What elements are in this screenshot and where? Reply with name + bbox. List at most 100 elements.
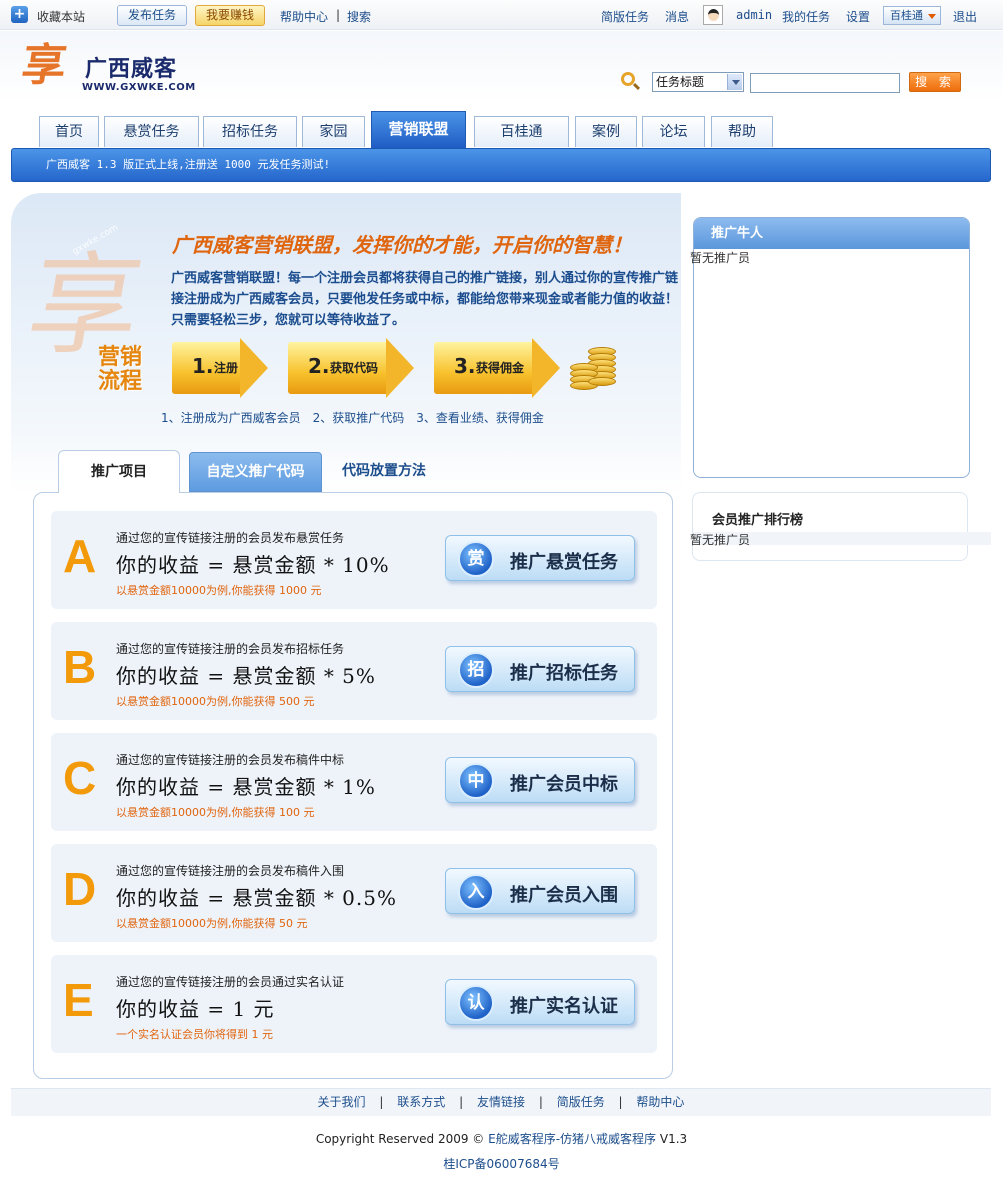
copyright-link[interactable]: E舵威客程序-仿猪八戒威客程序 bbox=[488, 1132, 656, 1146]
list-item: D 通过您的宣传链接注册的会员发布稿件入围 你的收益 = 悬赏金额 * 0.5%… bbox=[51, 844, 657, 942]
reward-badge-icon: 赏 bbox=[458, 541, 494, 577]
step-label: 获得佣金 bbox=[476, 361, 525, 375]
item-description: 通过您的宣传链接注册的会员发布悬赏任务 bbox=[116, 531, 345, 545]
verify-badge-icon: 认 bbox=[458, 985, 494, 1021]
nav-tab-cases[interactable]: 案例 bbox=[575, 116, 637, 147]
footer-link-simple-tasks[interactable]: 简版任务 bbox=[557, 1095, 605, 1109]
item-example: 以悬赏金额10000为例,你能获得 100 元 bbox=[116, 806, 315, 819]
nav-tab-bid-tasks[interactable]: 招标任务 bbox=[203, 116, 297, 147]
my-tasks-link[interactable]: 我的任务 bbox=[782, 8, 830, 25]
search-link[interactable]: 搜索 bbox=[347, 8, 371, 25]
step-number: 3. bbox=[454, 354, 476, 378]
help-center-link[interactable]: 帮助中心 bbox=[280, 8, 328, 25]
ranking-title: 会员推广排行榜 bbox=[712, 513, 804, 528]
step-caption: 1、注册成为广西威客会员 2、获取推广代码 3、查看业绩、获得佣金 bbox=[161, 411, 544, 425]
tab-promotion-projects[interactable]: 推广项目 bbox=[58, 450, 180, 493]
ranking-empty: 暂无推广员 bbox=[690, 533, 751, 547]
step-arrow-head bbox=[386, 338, 414, 398]
step-get-commission: 3. 获得佣金 bbox=[434, 338, 560, 398]
search-button[interactable]: 搜 索 bbox=[909, 72, 961, 92]
win-badge-icon: 中 bbox=[458, 763, 494, 799]
item-formula: 你的收益 = 1 元 bbox=[116, 997, 275, 1021]
footer-link-about[interactable]: 关于我们 bbox=[318, 1095, 366, 1109]
nav-tab-marketing-alliance[interactable]: 营销联盟 bbox=[371, 111, 466, 149]
item-letter: E bbox=[63, 974, 94, 1026]
search-input[interactable] bbox=[750, 73, 900, 93]
header: 享 广西威客 WWW.GXWKE.COM 任务标题 搜 索 首页 悬赏任务 招标… bbox=[0, 31, 1003, 149]
nav-tab-baiguitong[interactable]: 百桂通 bbox=[474, 116, 569, 147]
baiguitong-label: 百桂通 bbox=[890, 9, 923, 22]
step-label: 获取代码 bbox=[330, 361, 379, 375]
notice-bar: 广西威客 1.3 版正式上线,注册送 1000 元发任务测试! bbox=[11, 148, 991, 182]
footer-link-contact[interactable]: 联系方式 bbox=[397, 1095, 445, 1109]
list-item: E 通过您的宣传链接注册的会员通过实名认证 你的收益 = 1 元 一个实名认证会… bbox=[51, 955, 657, 1053]
site-logo[interactable]: 享 广西威客 WWW.GXWKE.COM bbox=[18, 40, 202, 96]
promo-title: 广西威客营销联盟，发挥你的才能，开启你的智慧！ bbox=[172, 233, 632, 257]
add-favorite-icon[interactable]: + bbox=[11, 6, 28, 23]
footer-separator: | bbox=[459, 1095, 464, 1109]
favorite-link[interactable]: 收藏本站 bbox=[37, 8, 85, 25]
simple-tasks-link[interactable]: 简版任务 bbox=[601, 8, 649, 25]
copyright-version: V1.3 bbox=[656, 1132, 688, 1146]
search-icon bbox=[621, 72, 635, 86]
logout-link[interactable]: 退出 bbox=[953, 8, 977, 25]
item-letter: D bbox=[63, 863, 97, 915]
flow-label: 营销 流程 bbox=[98, 345, 142, 393]
username-link[interactable]: admin bbox=[736, 8, 772, 22]
promote-bid-task-button[interactable]: 招 推广招标任务 bbox=[445, 646, 635, 692]
step-get-code: 2. 获取代码 bbox=[288, 338, 414, 398]
coins-icon bbox=[570, 345, 618, 393]
promote-button-label: 推广会员中标 bbox=[510, 774, 618, 795]
flow-label-line2: 流程 bbox=[98, 368, 143, 394]
nav-tab-forum[interactable]: 论坛 bbox=[642, 116, 705, 147]
promote-member-shortlist-button[interactable]: 入 推广会员入围 bbox=[445, 868, 635, 914]
footer-separator: | bbox=[618, 1095, 623, 1109]
footer-link-help[interactable]: 帮助中心 bbox=[636, 1095, 684, 1109]
ranking-box: 会员推广排行榜 bbox=[692, 492, 968, 561]
item-example: 以悬赏金额10000为例,你能获得 50 元 bbox=[116, 917, 308, 930]
caret-down-icon bbox=[928, 14, 936, 19]
settings-link[interactable]: 设置 bbox=[846, 8, 870, 25]
promote-button-label: 推广会员入围 bbox=[510, 885, 618, 906]
nav-tab-reward-tasks[interactable]: 悬赏任务 bbox=[104, 116, 199, 147]
promote-verification-button[interactable]: 认 推广实名认证 bbox=[445, 979, 635, 1025]
avatar[interactable] bbox=[703, 5, 723, 25]
item-example: 以悬赏金额10000为例,你能获得 1000 元 bbox=[116, 584, 322, 597]
item-description: 通过您的宣传链接注册的会员通过实名认证 bbox=[116, 975, 345, 989]
item-letter: C bbox=[63, 752, 97, 804]
footer-separator: | bbox=[538, 1095, 543, 1109]
promo-description: 广西威客营销联盟！每一个注册会员都将获得自己的推广链接，别人通过你的宣传推广链接… bbox=[171, 271, 679, 328]
item-letter: B bbox=[63, 641, 97, 693]
step-label: 注册 bbox=[214, 361, 239, 375]
tab-code-placement[interactable]: 代码放置方法 bbox=[330, 450, 438, 493]
promote-reward-task-button[interactable]: 赏 推广悬赏任务 bbox=[445, 535, 635, 581]
item-example: 一个实名认证会员你将得到 1 元 bbox=[116, 1028, 273, 1041]
icp-link[interactable]: 桂ICP备06007684号 bbox=[0, 1155, 1003, 1172]
list-item: C 通过您的宣传链接注册的会员发布稿件中标 你的收益 = 悬赏金额 * 1% 以… bbox=[51, 733, 657, 831]
publish-task-button[interactable]: 发布任务 bbox=[117, 5, 187, 26]
tab-custom-code[interactable]: 自定义推广代码 bbox=[189, 452, 322, 492]
logo-mark: 享 bbox=[18, 40, 70, 91]
search-type-select[interactable]: 任务标题 bbox=[652, 72, 744, 92]
earn-money-button[interactable]: 我要赚钱 bbox=[195, 5, 265, 26]
item-description: 通过您的宣传链接注册的会员发布稿件入围 bbox=[116, 864, 345, 878]
logo-domain: WWW.GXWKE.COM bbox=[82, 82, 196, 93]
footer-link-friends[interactable]: 友情链接 bbox=[477, 1095, 525, 1109]
item-letter: A bbox=[63, 530, 97, 582]
promote-member-win-button[interactable]: 中 推广会员中标 bbox=[445, 757, 635, 803]
item-example: 以悬赏金额10000为例,你能获得 500 元 bbox=[116, 695, 315, 708]
nav-tab-home[interactable]: 首页 bbox=[39, 116, 99, 147]
item-formula: 你的收益 = 悬赏金额 * 5% bbox=[116, 664, 376, 688]
baiguitong-dropdown[interactable]: 百桂通 bbox=[883, 6, 941, 25]
step-register: 1. 注册 bbox=[172, 338, 268, 398]
step-arrow-head bbox=[240, 338, 268, 398]
copyright: Copyright Reserved 2009 © E舵威客程序-仿猪八戒威客程… bbox=[0, 1130, 1003, 1147]
user-face-icon bbox=[708, 9, 719, 21]
list-item: B 通过您的宣传链接注册的会员发布招标任务 你的收益 = 悬赏金额 * 5% 以… bbox=[51, 622, 657, 720]
nav-tab-home-community[interactable]: 家园 bbox=[302, 116, 365, 147]
messages-link[interactable]: 消息 bbox=[665, 8, 689, 25]
nav-tab-help[interactable]: 帮助 bbox=[711, 116, 773, 147]
item-formula: 你的收益 = 悬赏金额 * 10% bbox=[116, 553, 390, 577]
step-number: 1. bbox=[192, 354, 214, 378]
flow-label-line1: 营销 bbox=[98, 344, 143, 370]
